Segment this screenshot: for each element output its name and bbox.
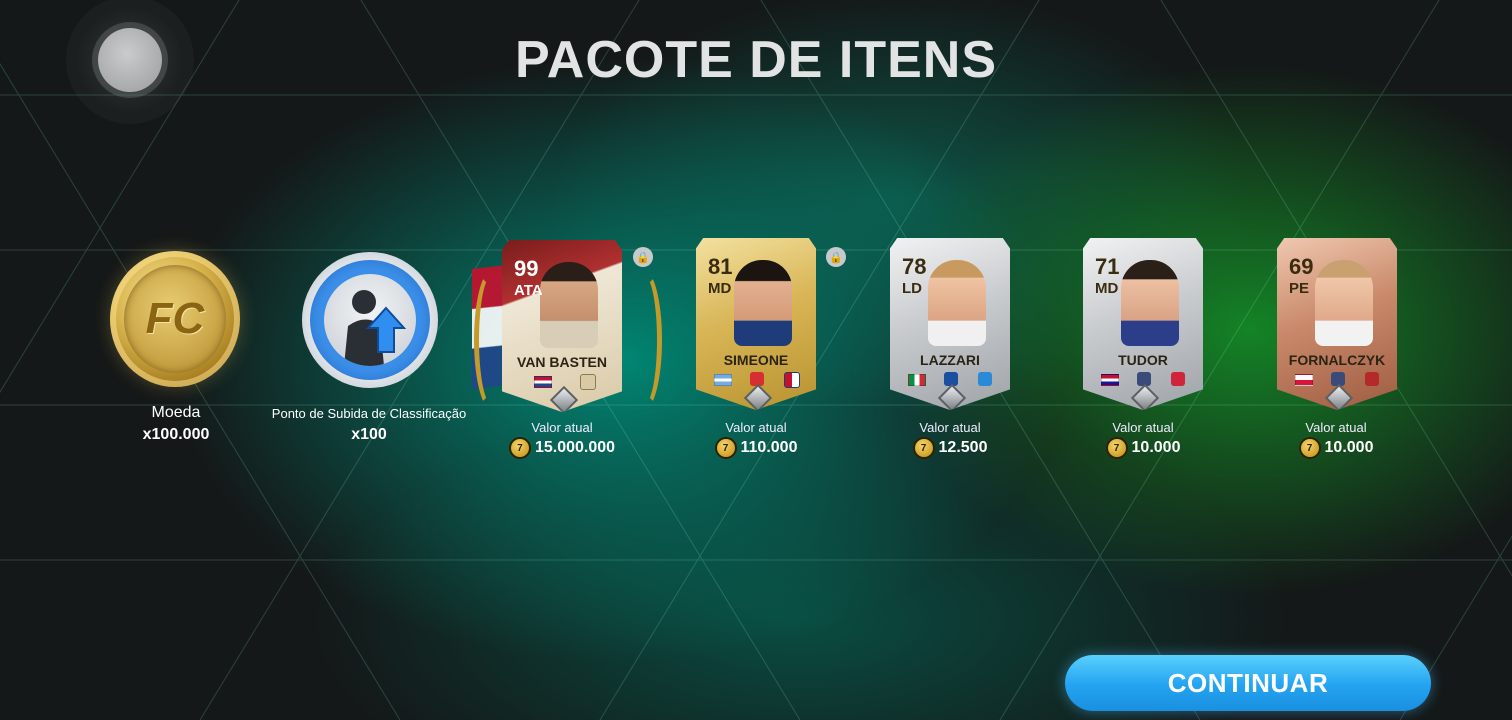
player-photo [1315, 260, 1373, 346]
gp-coin-icon: 7 [714, 437, 737, 459]
player-position: LD [902, 280, 922, 297]
player-value: 7 110.000 [676, 437, 836, 459]
player-card-simeone[interactable]: 81 MD SIMEONE [696, 238, 816, 410]
atletico-club-icon [784, 372, 800, 388]
rank-badge-ring [310, 260, 430, 380]
player-photo [1121, 260, 1179, 346]
player-value-amount: 12.500 [938, 439, 988, 456]
player-name: FORNALCZYK [1288, 352, 1386, 368]
value-label: Valor atual [1112, 420, 1174, 435]
player-value-amount: 10.000 [1131, 439, 1181, 456]
ef-coin-icon: FC [110, 251, 240, 387]
rank-up-point-icon [302, 252, 438, 388]
item-quantity-rank-point: x100 [351, 426, 387, 443]
club-logo-icon [1171, 372, 1185, 386]
lock-icon: 🔒 [826, 247, 846, 267]
laurel-right-decoration [626, 270, 662, 410]
player-position: PE [1289, 280, 1310, 297]
player-value: 7 12.500 [870, 437, 1030, 459]
player-photo [734, 260, 792, 346]
rank-badge-core [324, 274, 416, 366]
value-label: Valor atual [725, 420, 787, 435]
continue-button[interactable]: CONTINUAR [1065, 655, 1431, 711]
page-title: PACOTE DE ITENS [514, 31, 998, 89]
player-value: 7 10.000 [1063, 437, 1223, 459]
croatia-flag-icon [1101, 374, 1119, 386]
item-label-rank-point: Ponto de Subida de Classificação [271, 406, 467, 421]
item-label-coin: Moeda [151, 404, 201, 421]
gp-coin-icon: 7 [1105, 437, 1128, 459]
player-value: 7 15.000.000 [482, 437, 642, 459]
player-rating: 99 [514, 256, 539, 281]
player-position: ATA [514, 282, 543, 299]
lock-icon: 🔒 [633, 247, 653, 267]
argentina-flag-icon [714, 374, 732, 386]
value-label: Valor atual [1305, 420, 1367, 435]
player-rating: 81 [708, 254, 733, 279]
player-rating: 71 [1095, 254, 1120, 279]
player-position: MD [708, 280, 732, 297]
club-logo-icon [978, 372, 992, 386]
gp-coin-icon: 7 [1298, 437, 1321, 459]
player-position: MD [1095, 280, 1119, 297]
poland-flag-icon [1295, 374, 1313, 386]
player-silhouette-arrow-icon [344, 290, 407, 366]
italy-flag-icon [908, 374, 926, 386]
player-name: SIMEONE [723, 352, 789, 368]
player-name: VAN BASTEN [517, 354, 607, 370]
player-card-tudor[interactable]: 71 MD TUDOR [1083, 238, 1203, 410]
player-photo [928, 260, 986, 346]
coin-face: FC [124, 265, 226, 373]
player-name: TUDOR [1118, 352, 1168, 368]
icon-badge-icon [580, 374, 596, 390]
value-label: Valor atual [531, 420, 593, 435]
netherlands-flag-icon [534, 376, 552, 388]
player-card-van-basten[interactable]: 99 ATA VAN BASTEN [502, 240, 622, 412]
item-quantity-coin: x100.000 [142, 426, 210, 443]
player-value-amount: 15.000.000 [534, 439, 616, 456]
ef-logo-icon: FC [145, 294, 205, 343]
player-photo [540, 262, 598, 348]
player-name: LAZZARI [920, 352, 980, 368]
club-logo-icon [1365, 372, 1379, 386]
gp-coin-icon: 7 [912, 437, 935, 459]
gp-coin-icon: 7 [508, 437, 531, 459]
player-value-amount: 110.000 [740, 439, 798, 456]
player-value-amount: 10.000 [1324, 439, 1374, 456]
value-label: Valor atual [919, 420, 981, 435]
player-rating: 69 [1289, 254, 1314, 279]
player-card-fornalczyk[interactable]: 69 PE FORNALCZYK [1277, 238, 1397, 410]
player-card-lazzari[interactable]: 78 LD LAZZARI [890, 238, 1010, 410]
player-rating: 78 [902, 254, 927, 279]
player-value: 7 10.000 [1256, 437, 1416, 459]
